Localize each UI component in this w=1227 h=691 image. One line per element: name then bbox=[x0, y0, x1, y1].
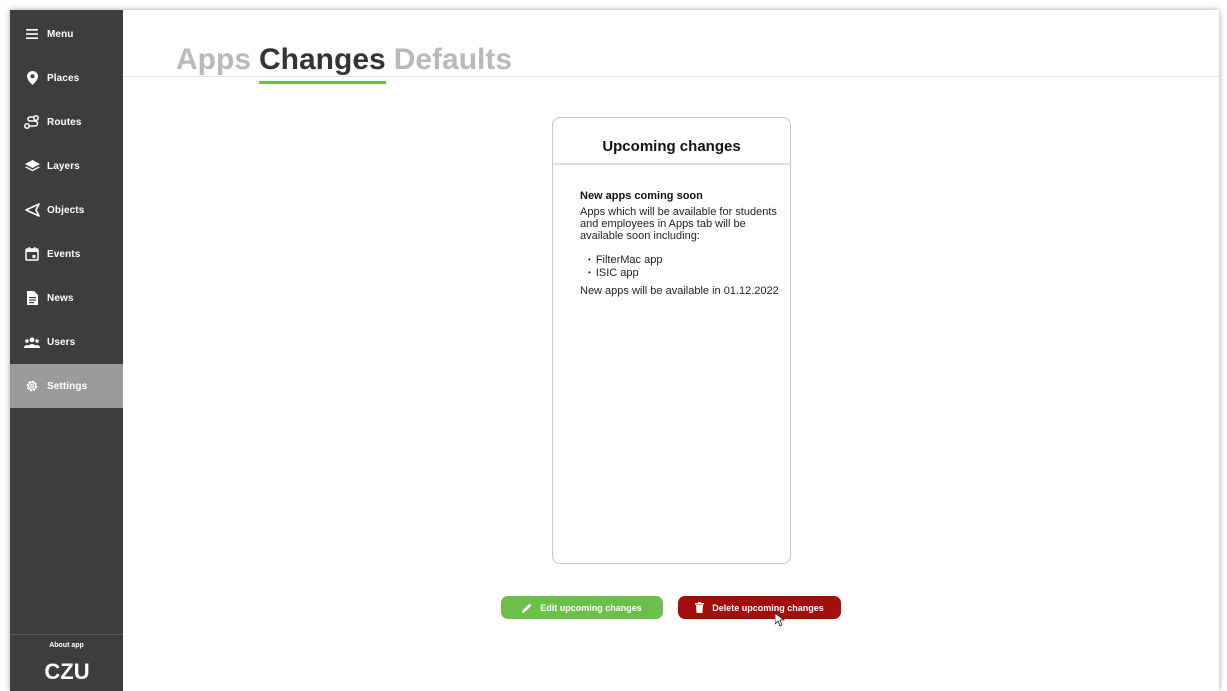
sidebar-item-objects[interactable]: Objects bbox=[10, 188, 123, 232]
edit-button-label: Edit upcoming changes bbox=[540, 602, 642, 613]
sidebar-item-label: Routes bbox=[47, 116, 82, 128]
card-body: New apps coming soon Apps which will be … bbox=[580, 190, 780, 297]
sidebar-item-label: Settings bbox=[47, 380, 88, 392]
sidebar: Menu Places Routes Layers Objects Events… bbox=[10, 10, 123, 691]
document-icon bbox=[24, 290, 40, 306]
gear-icon bbox=[24, 378, 40, 394]
card-intro: Apps which will be available for student… bbox=[580, 206, 777, 242]
list-item: FilterMac app bbox=[588, 254, 780, 267]
sidebar-item-label: Menu bbox=[47, 28, 74, 40]
sidebar-item-label: News bbox=[47, 292, 74, 304]
card-heading: New apps coming soon bbox=[580, 190, 703, 202]
pencil-icon bbox=[522, 603, 532, 613]
sidebar-item-places[interactable]: Places bbox=[10, 56, 123, 100]
map-pin-icon bbox=[24, 70, 40, 86]
card-divider bbox=[553, 163, 790, 165]
send-icon bbox=[24, 202, 40, 218]
layers-icon bbox=[24, 158, 40, 174]
tab-divider bbox=[123, 76, 1219, 77]
users-icon bbox=[24, 334, 40, 350]
hamburger-icon bbox=[24, 26, 40, 42]
mouse-cursor-icon bbox=[775, 613, 785, 627]
upcoming-changes-card: Upcoming changes New apps coming soon Ap… bbox=[552, 117, 791, 564]
delete-upcoming-changes-button[interactable]: Delete upcoming changes bbox=[678, 596, 841, 619]
tab-apps[interactable]: Apps bbox=[176, 42, 251, 78]
list-item: ISIC app bbox=[588, 267, 780, 280]
edit-upcoming-changes-button[interactable]: Edit upcoming changes bbox=[501, 596, 663, 619]
calendar-icon bbox=[24, 246, 40, 262]
app-window: Menu Places Routes Layers Objects Events… bbox=[10, 10, 1219, 691]
apps-list: FilterMac app ISIC app bbox=[588, 254, 780, 280]
trash-icon bbox=[695, 602, 705, 613]
delete-button-label: Delete upcoming changes bbox=[712, 602, 824, 613]
sidebar-item-label: Places bbox=[47, 72, 80, 84]
logo-text: CZU bbox=[45, 659, 89, 684]
card-footer-text: New apps will be available in 01.12.2022 bbox=[580, 285, 779, 297]
card-title: Upcoming changes bbox=[602, 138, 741, 155]
route-icon bbox=[24, 114, 40, 130]
sidebar-divider bbox=[10, 634, 123, 635]
sidebar-item-users[interactable]: Users bbox=[10, 320, 123, 364]
czu-logo[interactable]: CZU bbox=[45, 656, 89, 684]
tab-bar: Apps Changes Defaults bbox=[176, 38, 520, 84]
sidebar-item-routes[interactable]: Routes bbox=[10, 100, 123, 144]
sidebar-item-label: Events bbox=[47, 248, 81, 260]
tab-changes[interactable]: Changes bbox=[259, 42, 386, 84]
sidebar-item-label: Objects bbox=[47, 204, 85, 216]
sidebar-item-menu[interactable]: Menu bbox=[10, 12, 123, 56]
tab-defaults[interactable]: Defaults bbox=[394, 42, 512, 78]
sidebar-item-events[interactable]: Events bbox=[10, 232, 123, 276]
sidebar-item-label: Users bbox=[47, 336, 76, 348]
sidebar-item-layers[interactable]: Layers bbox=[10, 144, 123, 188]
sidebar-item-settings[interactable]: Settings bbox=[10, 364, 123, 408]
sidebar-item-label: Layers bbox=[47, 160, 80, 172]
about-app-link[interactable]: About app bbox=[10, 642, 123, 649]
sidebar-item-news[interactable]: News bbox=[10, 276, 123, 320]
